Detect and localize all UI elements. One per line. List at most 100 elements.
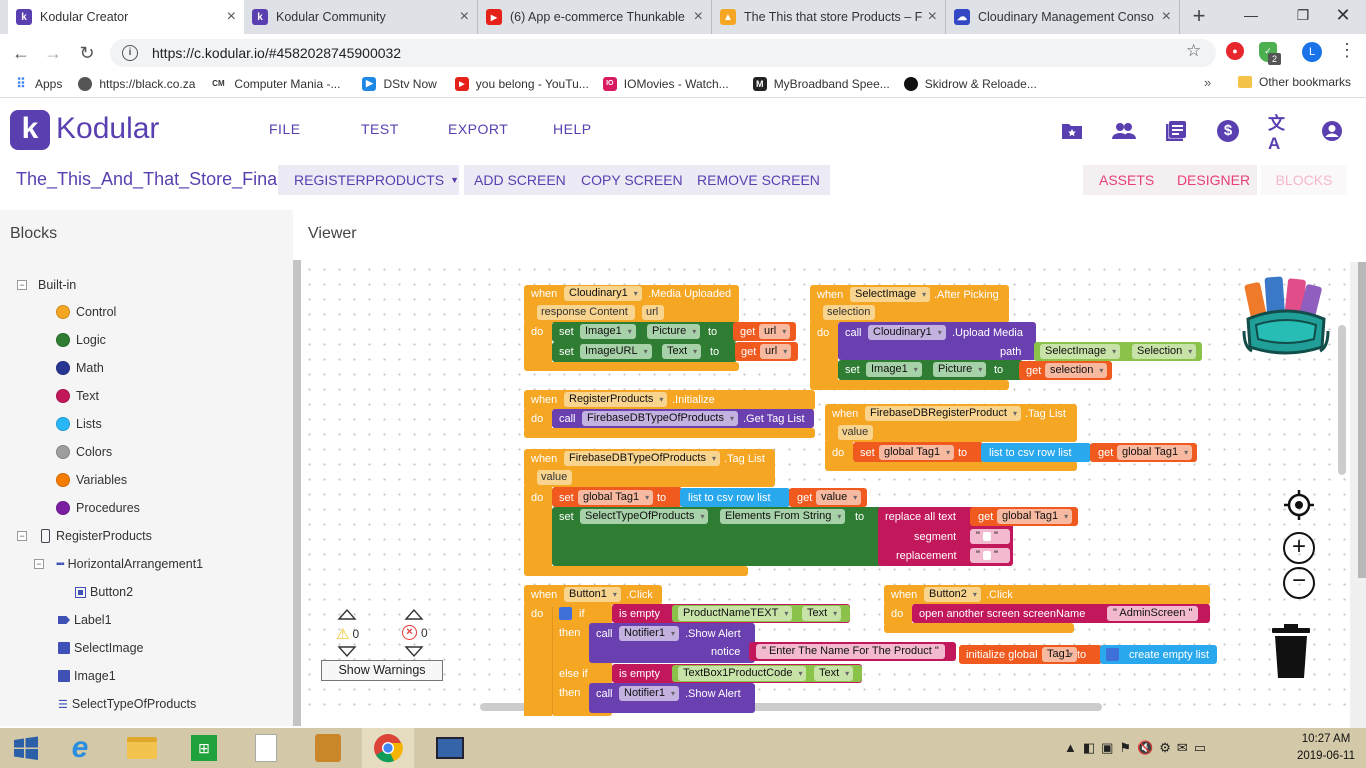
docs-library-icon[interactable] <box>1164 119 1188 143</box>
document-icon[interactable] <box>240 728 292 768</box>
component-dropdown[interactable]: SelectTypeOfProducts <box>580 509 709 524</box>
component-dropdown[interactable]: Notifier1 <box>619 626 679 641</box>
tab-firebase[interactable]: ▲ The This that store Products – F × <box>712 0 946 34</box>
property-dropdown[interactable]: Text <box>814 666 854 681</box>
close-icon[interactable]: × <box>928 8 937 26</box>
blocks-button[interactable]: BLOCKS <box>1261 165 1347 195</box>
archive-icon[interactable] <box>302 728 354 768</box>
adblock-icon[interactable]: ● <box>1226 42 1244 60</box>
variable-dropdown[interactable]: global Tag1 <box>879 445 955 460</box>
bookmark-item[interactable]: ▶ you belong - YouTu... <box>454 76 589 91</box>
clock-time[interactable]: 10:27 AM <box>1296 733 1356 745</box>
bookmark-item[interactable]: M MyBroadband Spee... <box>752 76 890 91</box>
collapse-icon[interactable]: − <box>17 280 27 290</box>
component-dropdown[interactable]: FirebaseDBTypeOfProducts <box>582 411 738 426</box>
bookmark-item[interactable]: ▶ DStv Now <box>362 76 437 91</box>
component-dropdown[interactable]: Notifier1 <box>619 686 679 701</box>
profile-avatar[interactable]: L <box>1302 42 1322 62</box>
block-category-math[interactable]: Math <box>56 361 104 375</box>
dollar-icon[interactable]: $ <box>1216 119 1240 143</box>
property-dropdown[interactable]: Text <box>802 606 842 621</box>
component-dropdown[interactable]: Cloudinary1 <box>868 325 946 340</box>
bookmark-item[interactable]: https://black.co.za <box>78 76 195 91</box>
property-dropdown[interactable]: Elements From String <box>720 509 846 524</box>
system-tray-icons[interactable]: ▲◧▣⚑🔇⚙✉▭ <box>1064 740 1212 756</box>
property-dropdown[interactable]: Selection <box>1132 344 1197 359</box>
info-icon[interactable]: i <box>122 45 138 61</box>
component-button2[interactable]: Button2 <box>75 585 133 599</box>
panel-splitter[interactable] <box>293 260 301 726</box>
account-icon[interactable] <box>1320 119 1344 143</box>
assets-button[interactable]: ASSETS <box>1083 165 1171 195</box>
menu-test[interactable]: TEST <box>361 121 399 137</box>
close-icon[interactable]: × <box>227 8 236 26</box>
component-selectimage[interactable]: SelectImage <box>58 641 143 655</box>
projects-folder-icon[interactable] <box>1060 119 1084 143</box>
copy-screen-button[interactable]: COPY SCREEN <box>571 165 693 195</box>
trash-icon[interactable] <box>1270 624 1312 680</box>
component-image1[interactable]: Image1 <box>58 669 116 683</box>
component-dropdown[interactable]: Button1 <box>564 587 621 602</box>
component-dropdown[interactable]: Image1 <box>580 324 636 339</box>
tab-youtube[interactable]: ▶ (6) App e-commerce Thunkable × <box>478 0 712 34</box>
variable-dropdown[interactable]: global Tag1 <box>578 490 654 505</box>
block-category-control[interactable]: Control <box>56 305 116 319</box>
component-dropdown[interactable]: RegisterProducts <box>564 392 668 407</box>
other-bookmarks[interactable]: Other bookmarks <box>1238 75 1351 89</box>
tab-cloudinary[interactable]: ☁ Cloudinary Management Conso × <box>946 0 1180 34</box>
component-dropdown[interactable]: SelectImage <box>1040 344 1121 359</box>
designer-button[interactable]: DESIGNER <box>1170 165 1257 195</box>
builtin-group[interactable]: − Built-in <box>17 278 76 292</box>
component-spinner[interactable]: ☰ SelectTypeOfProducts <box>58 697 196 711</box>
error-down-arrow-icon[interactable] <box>404 646 424 658</box>
remote-desktop-icon[interactable] <box>424 728 476 768</box>
warning-down-arrow-icon[interactable] <box>337 646 357 658</box>
new-tab-icon[interactable]: + <box>1186 4 1212 30</box>
bookmark-apps[interactable]: ⠿ Apps <box>14 76 62 91</box>
menu-file[interactable]: FILE <box>269 121 301 137</box>
error-up-arrow-icon[interactable] <box>404 608 424 620</box>
variable-dropdown[interactable]: url <box>759 324 791 339</box>
component-dropdown[interactable]: ProductNameTEXT <box>678 606 793 621</box>
component-label1[interactable]: Label1 <box>58 613 112 627</box>
component-dropdown[interactable]: Cloudinary1 <box>564 286 642 301</box>
component-dropdown[interactable]: FirebaseDBRegisterProduct <box>865 406 1021 421</box>
bookmark-item[interactable]: Skidrow & Reloade... <box>903 76 1037 91</box>
clock-date[interactable]: 2019-06-11 <box>1296 750 1356 762</box>
remove-screen-button[interactable]: REMOVE SCREEN <box>687 165 830 195</box>
variable-dropdown[interactable]: global Tag1 <box>997 509 1073 524</box>
menu-export[interactable]: EXPORT <box>448 121 508 137</box>
close-icon[interactable]: × <box>1162 8 1171 26</box>
close-window-icon[interactable]: ✕ <box>1320 0 1366 30</box>
chrome-icon[interactable] <box>362 728 414 768</box>
add-screen-button[interactable]: ADD SCREEN <box>464 165 576 195</box>
block-category-colors[interactable]: Colors <box>56 445 112 459</box>
backpack-icon[interactable] <box>1242 273 1330 357</box>
string-literal[interactable]: " AdminScreen " <box>1107 606 1199 621</box>
vertical-scrollbar[interactable] <box>1338 325 1346 475</box>
bookmark-item[interactable]: IO IOMovies - Watch... <box>602 76 729 91</box>
bookmark-item[interactable]: CM Computer Mania -... <box>209 76 340 91</box>
property-dropdown[interactable]: Text <box>662 344 702 359</box>
screen-selector[interactable]: REGISTERPRODUCTS ▼ <box>278 165 459 195</box>
tab-kodular-community[interactable]: k Kodular Community × <box>244 0 478 34</box>
component-dropdown[interactable]: Button2 <box>924 587 981 602</box>
internet-explorer-icon[interactable]: e <box>54 728 106 768</box>
address-bar[interactable]: i https://c.kodular.io/#4582028745900032 <box>110 39 1216 67</box>
gear-icon[interactable] <box>1106 648 1119 661</box>
string-literal[interactable]: " " <box>970 529 1010 544</box>
zoom-in-icon[interactable]: + <box>1283 532 1315 564</box>
collapse-icon[interactable]: − <box>17 531 27 541</box>
file-explorer-icon[interactable] <box>116 728 168 768</box>
property-dropdown[interactable]: Picture <box>647 324 701 339</box>
block-category-variables[interactable]: Variables <box>56 473 127 487</box>
component-arrangement[interactable]: − ▪▪▪ HorizontalArrangement1 <box>34 557 203 571</box>
component-dropdown[interactable]: TextBox1ProductCode <box>678 666 807 681</box>
component-dropdown[interactable]: Image1 <box>866 362 922 377</box>
component-dropdown[interactable]: ImageURL <box>580 344 652 359</box>
close-icon[interactable]: × <box>460 8 469 26</box>
kebab-menu-icon[interactable]: ⋮ <box>1338 40 1356 61</box>
string-literal[interactable]: " " <box>970 548 1010 563</box>
bookmark-star-icon[interactable]: ☆ <box>1186 41 1201 61</box>
reload-icon[interactable]: ↻ <box>76 42 98 64</box>
